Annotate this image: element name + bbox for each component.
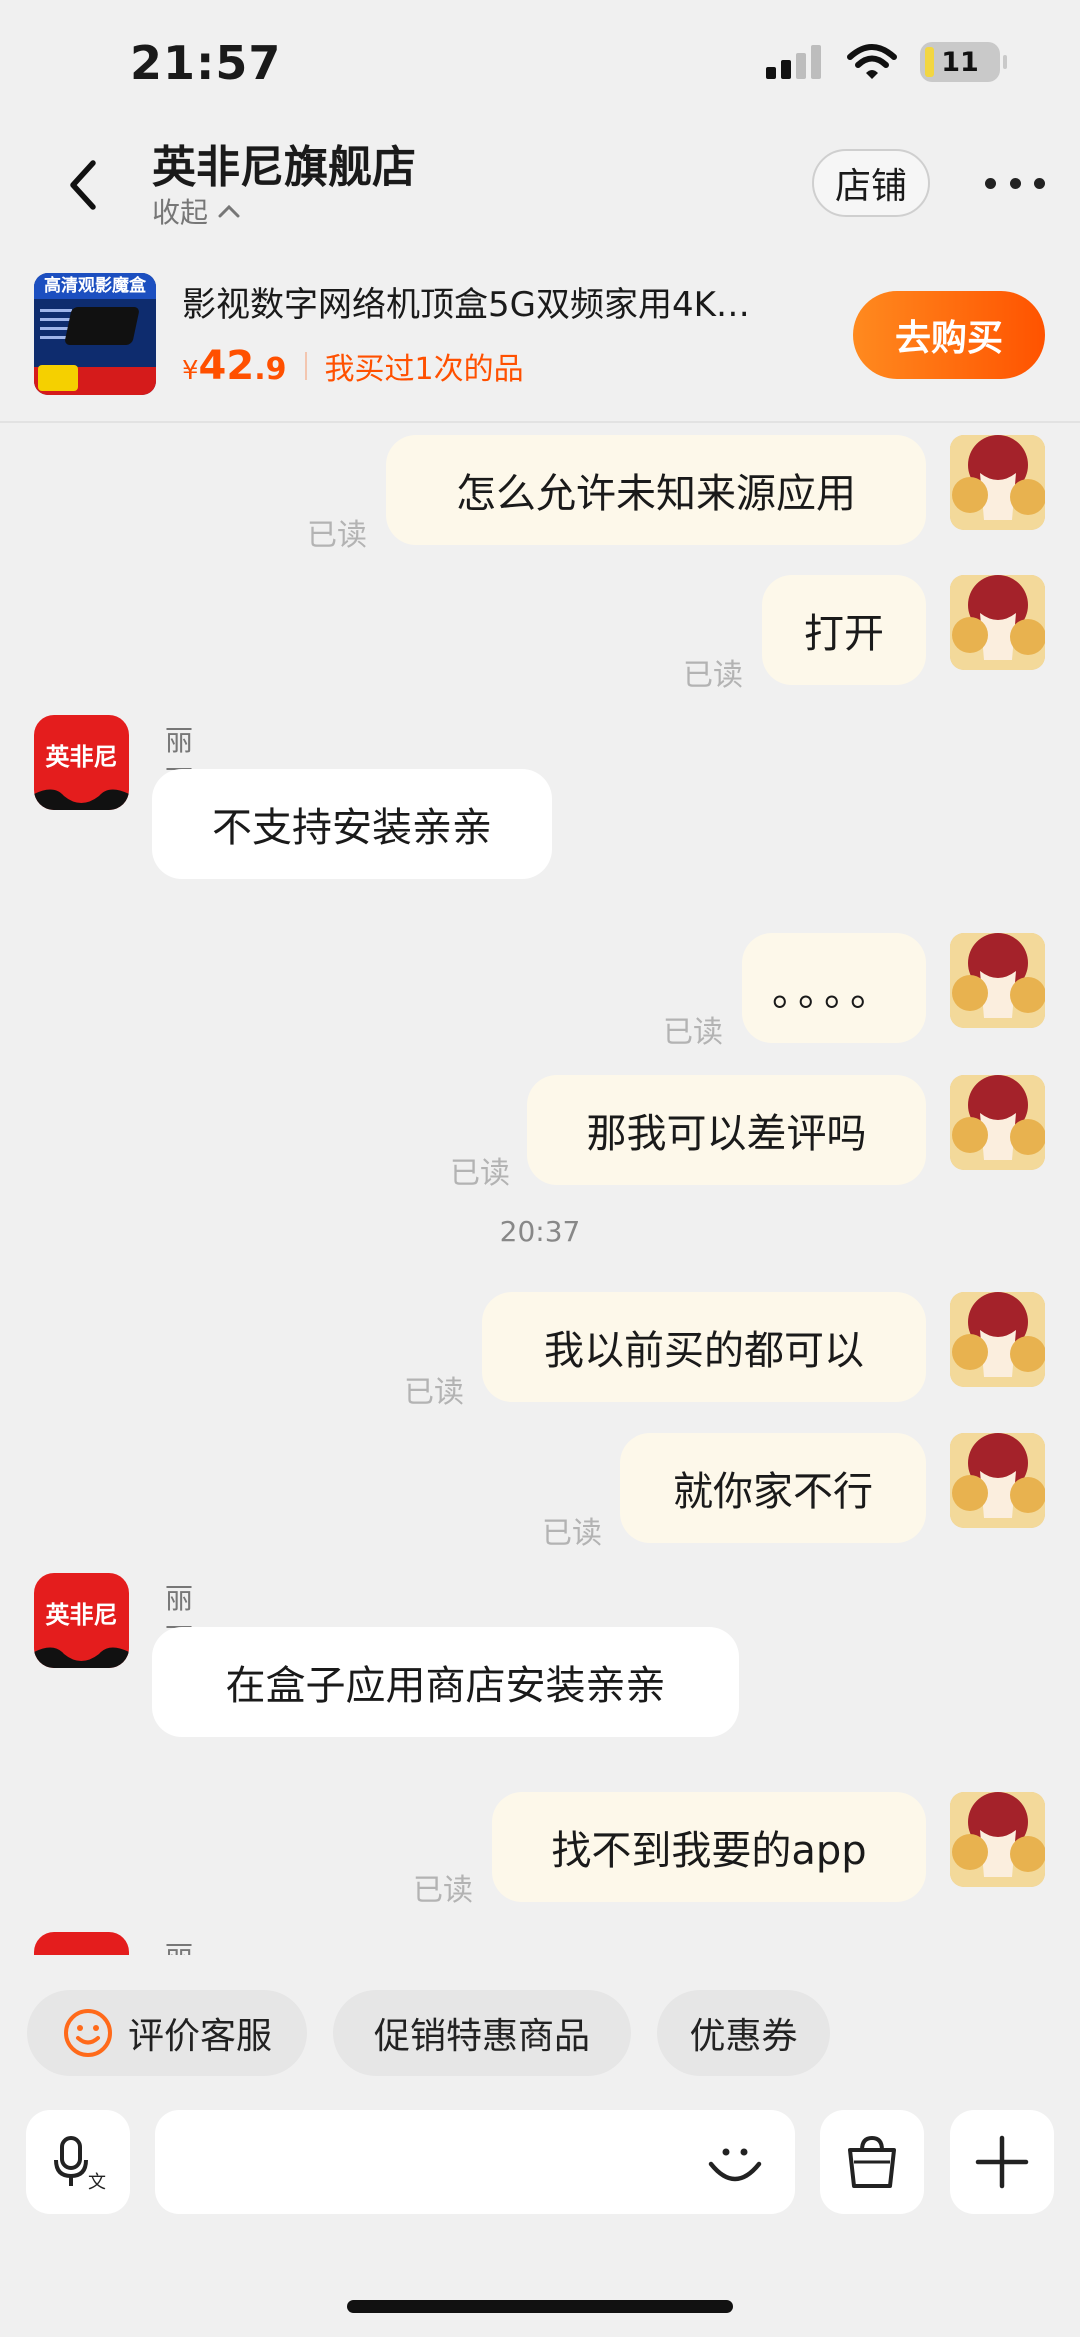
read-status: 已读 [683,658,743,693]
signal-icon [766,45,821,79]
status-time: 21:57 [130,36,282,90]
read-status: 已读 [450,1156,510,1191]
price-integer: 42 [198,343,255,389]
more-dots-icon[interactable] [985,163,1045,203]
shopping-bag-icon [848,2135,896,2188]
coupon-chip[interactable]: 优惠券 [657,1990,830,2076]
quick-actions: 评价客服 促销特惠商品 优惠券 [0,1990,1080,2076]
rate-service-chip[interactable]: 评价客服 [27,1990,307,2076]
chevron-up-icon [218,204,240,218]
shop-button[interactable]: 店铺 [812,149,930,217]
collapse-toggle[interactable]: 收起 [152,191,240,231]
user-avatar[interactable] [950,1292,1045,1387]
sender-name: 丽丽 [165,1935,193,1955]
message-bubble[interactable]: 不支持安装亲亲 [152,769,552,879]
voice-button[interactable]: 文 [26,2110,130,2214]
buy-button[interactable]: 去购买 [853,291,1045,379]
input-bar: 文 [0,2110,1080,2215]
product-name[interactable]: 影视数字网络机顶盒5G双频家用4K… [182,277,842,326]
product-price: ¥ 42 .9 我买过1次的品 [182,343,524,389]
voice-to-text-icon: 文 [54,2136,106,2192]
bought-note: 我买过1次的品 [324,352,524,387]
price-decimal: .9 [254,352,287,387]
message-bubble[interactable]: 怎么允许未知来源应用 [386,435,926,545]
store-avatar[interactable]: 英非尼 [34,715,129,810]
plus-button[interactable] [950,2110,1054,2214]
message-bubble[interactable]: 就你家不行 [620,1433,926,1543]
message-bubble[interactable]: 在盒子应用商店安装亲亲 [152,1627,739,1737]
message-bubble[interactable]: 。。。。 [742,933,926,1043]
user-avatar[interactable] [950,1792,1045,1887]
user-avatar[interactable] [950,435,1045,530]
store-avatar-text: 英非尼 [45,743,118,771]
status-icons: 11 [766,42,1007,82]
message-bubble[interactable]: 我以前买的都可以 [482,1292,926,1402]
collapse-label: 收起 [152,196,209,229]
message-input[interactable] [155,2110,795,2214]
price-symbol: ¥ [182,356,199,386]
chevron-left-icon [70,160,96,210]
store-avatar-text: 英非尼 [45,1601,118,1629]
chip-label: 优惠券 [689,2016,798,2057]
chip-label: 促销特惠商品 [373,2016,590,2057]
chat-messages: 已读 怎么允许未知来源应用 已读 打开 英非尼 丽丽 不支持安装亲亲 已读 。。… [0,425,1080,1955]
battery-icon: 11 [920,42,1007,82]
user-avatar[interactable] [950,575,1045,670]
user-avatar[interactable] [950,1433,1045,1528]
read-status: 已读 [542,1516,602,1551]
emoji-icon[interactable] [707,2134,763,2190]
product-thumbnail[interactable]: 高清观影魔盒 [34,273,156,395]
promotion-chip[interactable]: 促销特惠商品 [333,1990,631,2076]
read-status: 已读 [413,1873,473,1908]
back-button[interactable] [58,155,108,215]
user-avatar[interactable] [950,1075,1045,1170]
read-status: 已读 [663,1015,723,1050]
plus-icon [975,2135,1029,2189]
smile-face-icon [63,2009,112,2057]
status-bar: 21:57 11 [0,0,1080,125]
message-timestamp: 20:37 [499,1215,581,1248]
wifi-icon [847,44,897,79]
message-bubble[interactable]: 打开 [762,575,926,685]
read-status: 已读 [307,518,367,553]
store-avatar[interactable] [34,1932,129,1955]
home-indicator[interactable] [347,2300,733,2313]
user-avatar[interactable] [950,933,1045,1028]
store-title: 英非尼旗舰店 [152,142,416,193]
message-bubble[interactable]: 那我可以差评吗 [527,1075,926,1185]
chat-header: 英非尼旗舰店 收起 店铺 [0,125,1080,255]
message-bubble[interactable]: 找不到我要的app [492,1792,926,1902]
battery-level: 11 [941,46,979,78]
product-bag-button[interactable] [820,2110,924,2214]
read-status: 已读 [404,1375,464,1410]
svg-text:文: 文 [88,2172,106,2192]
chip-label: 评价客服 [127,2016,272,2057]
store-avatar[interactable]: 英非尼 [34,1573,129,1668]
thumb-label: 高清观影魔盒 [34,273,156,299]
product-card[interactable]: 高清观影魔盒 影视数字网络机顶盒5G双频家用4K… ¥ 42 .9 我买过1次的… [0,255,1080,423]
